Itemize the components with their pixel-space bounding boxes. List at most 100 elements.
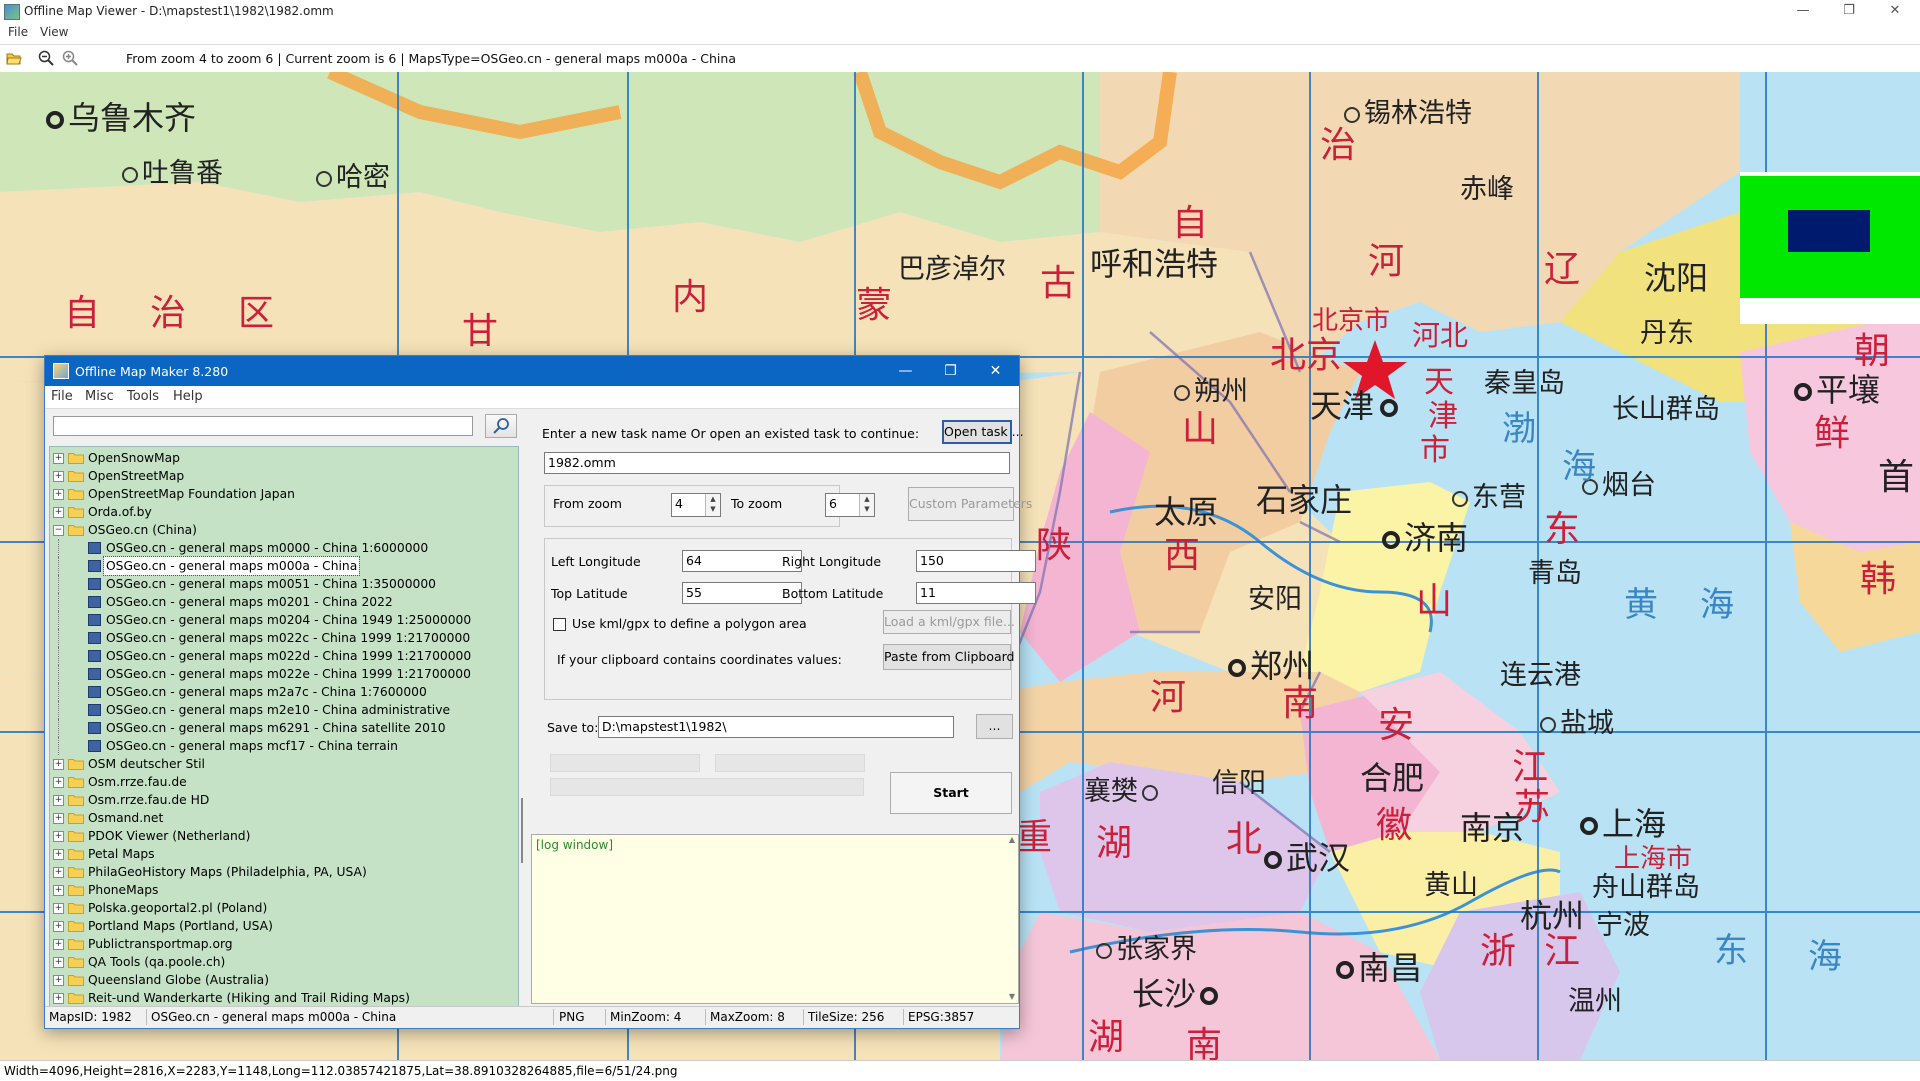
log-window[interactable]: [log window] ▲ ▼ xyxy=(531,834,1019,1004)
tree-folder-item[interactable]: + Reit-und Wanderkarte (Hiking and Trail … xyxy=(50,989,518,1006)
tree-item-label: Orda.of.by xyxy=(88,505,152,519)
maker-menu-misc[interactable]: Misc xyxy=(85,389,114,404)
tree-folder-item[interactable]: + Queensland Globe (Australia) xyxy=(50,971,518,989)
expand-icon[interactable]: + xyxy=(53,903,64,914)
map-search-input[interactable] xyxy=(53,416,473,436)
tree-map-item[interactable]: OSGeo.cn - general maps m000a - China xyxy=(50,556,518,576)
menu-view[interactable]: View xyxy=(40,25,68,39)
tree-map-item[interactable]: OSGeo.cn - general maps m6291 - China sa… xyxy=(50,719,518,737)
maker-maximize-button[interactable]: ❐ xyxy=(928,356,973,386)
tree-folder-item[interactable]: + Orda.of.by xyxy=(50,503,518,521)
tree-item-label: OSGeo.cn - general maps m2a7c - China 1:… xyxy=(106,685,427,699)
expand-icon[interactable]: + xyxy=(53,777,64,788)
tree-item-label: OSGeo.cn - general maps m6291 - China sa… xyxy=(106,721,446,735)
tree-folder-item[interactable]: + Osm.rrze.fau.de HD xyxy=(50,791,518,809)
custom-parameters-button[interactable]: Custom Parameters xyxy=(908,487,1032,521)
maker-menu-file[interactable]: File xyxy=(51,389,73,404)
restore-button[interactable]: ❐ xyxy=(1826,0,1872,23)
menu-file[interactable]: File xyxy=(8,25,28,39)
maker-app-icon xyxy=(53,363,69,379)
tree-map-item[interactable]: OSGeo.cn - general maps mcf17 - China te… xyxy=(50,737,518,755)
from-zoom-spinner[interactable]: 4 ▲ ▼ xyxy=(671,493,721,517)
tree-folder-item[interactable]: + Petal Maps xyxy=(50,845,518,863)
tree-map-item[interactable]: OSGeo.cn - general maps m0000 - China 1:… xyxy=(50,539,518,557)
expand-icon[interactable]: + xyxy=(53,471,64,482)
tree-folder-item[interactable]: + PhoneMaps xyxy=(50,881,518,899)
tree-folder-item[interactable]: + OSM deutscher Stil xyxy=(50,755,518,773)
tree-folder-item[interactable]: + QA Tools (qa.poole.ch) xyxy=(50,953,518,971)
expand-icon[interactable]: + xyxy=(53,813,64,824)
overview-minimap[interactable] xyxy=(1740,172,1920,324)
tree-folder-item[interactable]: − OSGeo.cn (China) xyxy=(50,521,518,539)
right-longitude-input[interactable]: 150 xyxy=(916,550,1036,572)
tree-scrollbar-thumb[interactable] xyxy=(521,798,523,863)
use-kml-checkbox[interactable] xyxy=(553,618,566,631)
maker-minimize-button[interactable]: — xyxy=(883,356,928,386)
tree-map-item[interactable]: OSGeo.cn - general maps m0204 - China 19… xyxy=(50,611,518,629)
expand-icon[interactable]: + xyxy=(53,921,64,932)
tree-folder-item[interactable]: + Publictransportmap.org xyxy=(50,935,518,953)
expand-icon[interactable]: + xyxy=(53,885,64,896)
spinner-arrows-icon[interactable]: ▲ ▼ xyxy=(859,494,874,516)
open-folder-icon[interactable] xyxy=(6,50,22,66)
overview-viewport-box[interactable] xyxy=(1788,210,1870,252)
tree-folder-item[interactable]: + OpenStreetMap xyxy=(50,467,518,485)
expand-icon[interactable]: + xyxy=(53,831,64,842)
bottom-latitude-input[interactable]: 11 xyxy=(916,582,1036,604)
spinner-arrows-icon[interactable]: ▲ ▼ xyxy=(705,494,720,516)
expand-icon[interactable]: + xyxy=(53,939,64,950)
load-kml-button[interactable]: Load a kml/gpx file... xyxy=(883,610,1015,634)
expand-icon[interactable]: + xyxy=(53,507,64,518)
tree-folder-item[interactable]: + Osmand.net xyxy=(50,809,518,827)
tree-folder-item[interactable]: + PhilaGeoHistory Maps (Philadelphia, PA,… xyxy=(50,863,518,881)
tree-item-label: Queensland Globe (Australia) xyxy=(88,973,270,987)
tree-folder-item[interactable]: + OpenSnowMap xyxy=(50,449,518,467)
search-button[interactable] xyxy=(485,414,517,438)
expand-icon[interactable]: + xyxy=(53,759,64,770)
expand-icon[interactable]: + xyxy=(53,453,64,464)
tree-scrollbar[interactable] xyxy=(519,446,525,1005)
tree-map-item[interactable]: OSGeo.cn - general maps m2a7c - China 1:… xyxy=(50,683,518,701)
map-source-tree[interactable]: + OpenSnowMap + OpenStreetMap + OpenStreetMap… xyxy=(49,446,519,1007)
maker-menu-tools[interactable]: Tools xyxy=(127,389,159,404)
tree-map-item[interactable]: OSGeo.cn - general maps m0201 - China 20… xyxy=(50,593,518,611)
expand-icon[interactable]: + xyxy=(53,993,64,1004)
status-maps-id: MapsID: 1982 xyxy=(49,1010,132,1024)
maker-titlebar[interactable]: Offline Map Maker 8.280 — ❐ ✕ xyxy=(45,356,1019,386)
folder-icon xyxy=(68,759,84,770)
expand-icon[interactable]: + xyxy=(53,489,64,500)
minimize-button[interactable]: — xyxy=(1780,0,1826,23)
collapse-icon[interactable]: − xyxy=(53,525,64,536)
paste-clipboard-button[interactable]: Paste from Clipboard xyxy=(883,644,1014,670)
tree-folder-item[interactable]: + OpenStreetMap Foundation Japan xyxy=(50,485,518,503)
expand-icon[interactable]: + xyxy=(53,975,64,986)
tree-folder-item[interactable]: + PDOK Viewer (Netherland) xyxy=(50,827,518,845)
browse-folder-button[interactable]: ... xyxy=(976,714,1013,739)
maker-close-button[interactable]: ✕ xyxy=(973,356,1018,386)
open-task-button[interactable]: Open task ... xyxy=(942,420,1024,444)
map-label-region: 天 xyxy=(1424,365,1454,400)
expand-icon[interactable]: + xyxy=(53,957,64,968)
tree-folder-item[interactable]: + Polska.geoportal2.pl (Poland) xyxy=(50,899,518,917)
expand-icon[interactable]: + xyxy=(53,849,64,860)
expand-icon[interactable]: + xyxy=(53,795,64,806)
tree-map-item[interactable]: OSGeo.cn - general maps m022e - China 19… xyxy=(50,665,518,683)
close-button[interactable]: ✕ xyxy=(1872,0,1918,23)
tree-folder-item[interactable]: + Osm.rrze.fau.de xyxy=(50,773,518,791)
expand-icon[interactable]: + xyxy=(53,867,64,878)
folder-icon xyxy=(68,939,84,950)
tree-map-item[interactable]: OSGeo.cn - general maps m022d - China 19… xyxy=(50,647,518,665)
log-scrollbar[interactable]: ▲ ▼ xyxy=(1006,835,1018,1003)
tree-map-item[interactable]: OSGeo.cn - general maps m2e10 - China ad… xyxy=(50,701,518,719)
zoom-out-icon[interactable] xyxy=(38,50,54,66)
to-zoom-spinner[interactable]: 6 ▲ ▼ xyxy=(825,493,875,517)
tree-map-item[interactable]: OSGeo.cn - general maps m0051 - China 1:… xyxy=(50,575,518,593)
map-label-city: 朔州 xyxy=(1174,378,1248,405)
save-to-input[interactable]: D:\mapstest1\1982\ xyxy=(598,716,954,738)
tree-folder-item[interactable]: + Portland Maps (Portland, USA) xyxy=(50,917,518,935)
maker-menu-help[interactable]: Help xyxy=(173,389,203,404)
task-name-input[interactable]: 1982.omm xyxy=(544,452,1010,474)
start-button[interactable]: Start xyxy=(890,772,1012,814)
zoom-in-icon[interactable] xyxy=(62,50,78,66)
tree-map-item[interactable]: OSGeo.cn - general maps m022c - China 19… xyxy=(50,629,518,647)
